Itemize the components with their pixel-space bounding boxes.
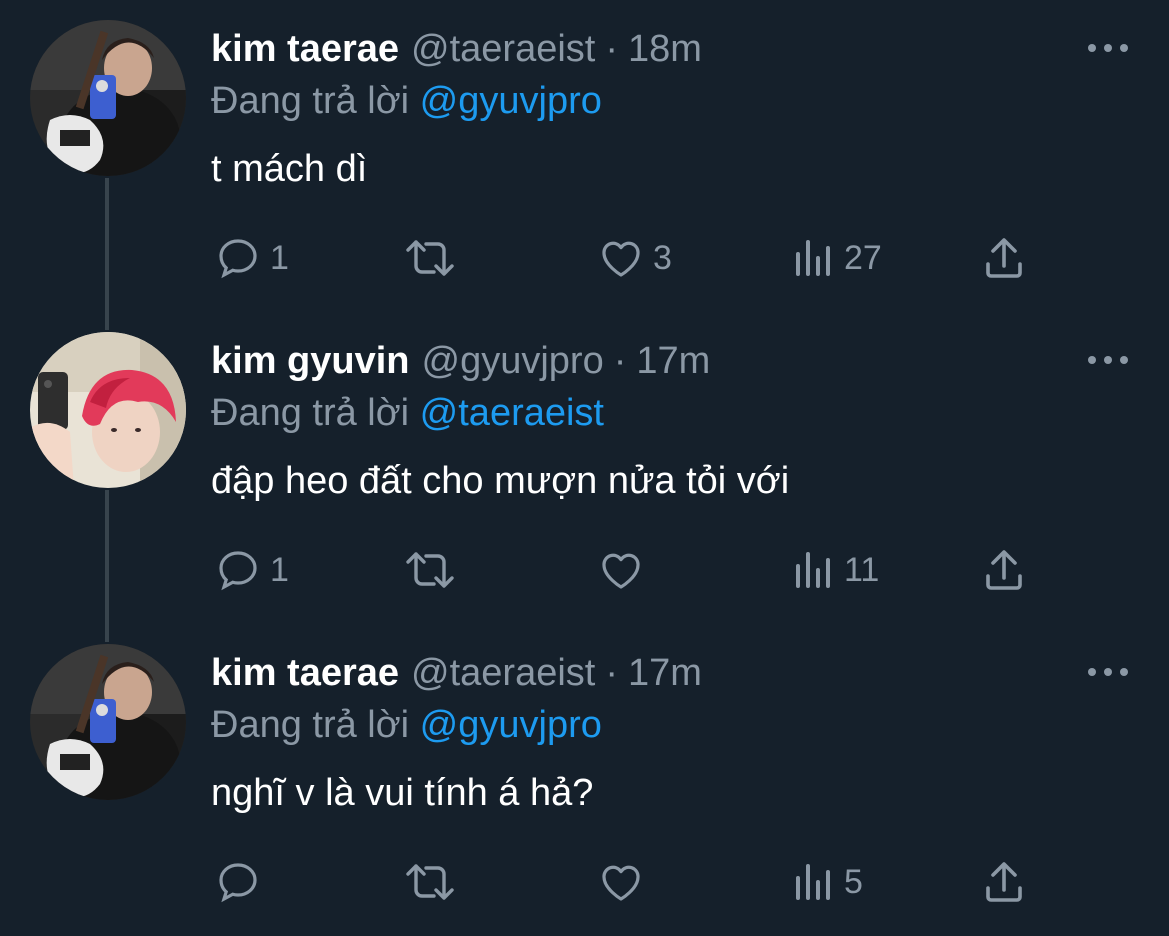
separator: · xyxy=(605,28,618,70)
like-icon xyxy=(597,546,645,594)
tweet-header: kim gyuvin @gyuvjpro · 17m xyxy=(211,336,710,386)
avatar[interactable] xyxy=(30,20,186,176)
views-count: 5 xyxy=(844,862,863,901)
tweet[interactable]: kim taerae @taeraeist · 17m Đang trả lời… xyxy=(0,624,1169,936)
reply-count: 1 xyxy=(270,550,289,589)
reply-icon xyxy=(214,546,262,594)
views-icon xyxy=(792,858,836,906)
reply-prefix: Đang trả lời xyxy=(211,80,410,122)
more-icon[interactable] xyxy=(1088,662,1128,682)
mention-link[interactable]: @gyuvjpro xyxy=(420,80,602,122)
user-handle[interactable]: @taeraeist xyxy=(411,24,595,74)
share-button[interactable] xyxy=(982,546,1026,594)
avatar[interactable] xyxy=(30,332,186,488)
more-icon[interactable] xyxy=(1088,350,1128,370)
reply-count: 1 xyxy=(270,238,289,277)
views-icon xyxy=(792,546,836,594)
timestamp[interactable]: 17m xyxy=(636,336,710,386)
views-count: 27 xyxy=(844,238,882,277)
retweet-button[interactable] xyxy=(404,858,464,906)
reply-icon xyxy=(214,858,262,906)
reply-prefix: Đang trả lời xyxy=(211,392,410,434)
views-button[interactable]: 5 xyxy=(792,858,863,906)
reply-prefix: Đang trả lời xyxy=(211,704,410,746)
retweet-button[interactable] xyxy=(404,234,464,282)
retweet-icon xyxy=(404,234,456,282)
share-icon xyxy=(982,858,1026,906)
tweet[interactable]: kim taerae @taeraeist · 18m Đang trả lời… xyxy=(0,0,1169,312)
share-icon xyxy=(982,546,1026,594)
like-button[interactable] xyxy=(597,858,653,906)
reply-button[interactable] xyxy=(214,858,270,906)
mention-link[interactable]: @gyuvjpro xyxy=(420,704,602,746)
retweet-button[interactable] xyxy=(404,546,464,594)
reply-context: Đang trả lời @taeraeist xyxy=(211,388,604,438)
like-icon xyxy=(597,234,645,282)
share-button[interactable] xyxy=(982,234,1026,282)
views-button[interactable]: 27 xyxy=(792,234,882,282)
reply-button[interactable]: 1 xyxy=(214,234,289,282)
share-button[interactable] xyxy=(982,858,1026,906)
timestamp[interactable]: 17m xyxy=(628,648,702,698)
tweet-header: kim taerae @taeraeist · 18m xyxy=(211,24,702,74)
user-handle[interactable]: @gyuvjpro xyxy=(422,336,604,386)
display-name[interactable]: kim taerae xyxy=(211,24,399,74)
reply-icon xyxy=(214,234,262,282)
tweet-text: đập heo đất cho mượn nửa tỏi với xyxy=(211,460,790,502)
reply-button[interactable]: 1 xyxy=(214,546,289,594)
like-icon xyxy=(597,858,645,906)
tweet[interactable]: kim gyuvin @gyuvjpro · 17m Đang trả lời … xyxy=(0,312,1169,624)
like-button[interactable] xyxy=(597,546,653,594)
separator: · xyxy=(613,340,627,382)
retweet-icon xyxy=(404,546,456,594)
timestamp[interactable]: 18m xyxy=(628,24,702,74)
separator: · xyxy=(605,652,618,694)
reply-context: Đang trả lời @gyuvjpro xyxy=(211,76,602,126)
views-count: 11 xyxy=(844,550,880,589)
views-icon xyxy=(792,234,836,282)
retweet-icon xyxy=(404,858,456,906)
tweet-text: nghĩ v là vui tính á hả? xyxy=(211,772,594,814)
tweet-text: t mách dì xyxy=(211,148,368,190)
display-name[interactable]: kim taerae xyxy=(211,648,399,698)
user-handle[interactable]: @taeraeist xyxy=(411,648,595,698)
like-count: 3 xyxy=(653,238,672,277)
more-icon[interactable] xyxy=(1088,38,1128,58)
views-button[interactable]: 11 xyxy=(792,546,879,594)
share-icon xyxy=(982,234,1026,282)
like-button[interactable]: 3 xyxy=(597,234,672,282)
reply-context: Đang trả lời @gyuvjpro xyxy=(211,700,602,750)
display-name[interactable]: kim gyuvin xyxy=(211,336,410,386)
mention-link[interactable]: @taeraeist xyxy=(420,392,604,434)
avatar[interactable] xyxy=(30,644,186,800)
tweet-header: kim taerae @taeraeist · 17m xyxy=(211,648,702,698)
